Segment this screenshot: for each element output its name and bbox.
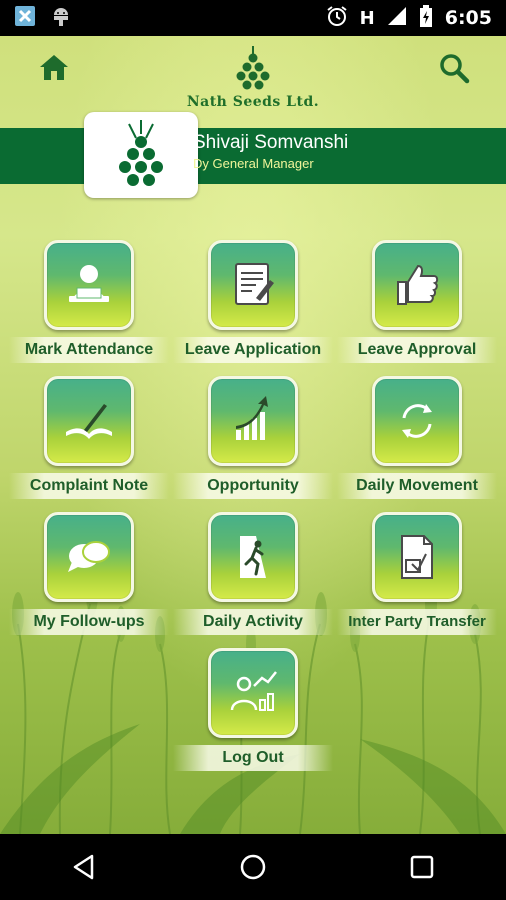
clock-time: 6:05 — [444, 7, 492, 29]
menu-leave-approval[interactable]: Leave Approval — [337, 240, 497, 376]
menu-label: Daily Activity — [173, 609, 333, 635]
menu-label: Complaint Note — [9, 473, 169, 499]
my-follow-ups-button[interactable] — [44, 512, 134, 602]
menu-log-out[interactable]: Log Out — [173, 648, 333, 784]
log-out-button[interactable] — [208, 648, 298, 738]
complaint-note-button[interactable] — [44, 376, 134, 466]
menu-label: Opportunity — [173, 473, 333, 499]
menu-inter-party-transfer[interactable]: Inter Party Transfer — [337, 512, 497, 648]
opportunity-button[interactable] — [208, 376, 298, 466]
analyst-chart-icon — [230, 671, 277, 711]
menu-label: Log Out — [173, 745, 333, 771]
home-circle-icon[interactable] — [233, 847, 273, 887]
user-at-laptop-icon — [69, 265, 109, 302]
seed-cluster-logo-icon — [119, 120, 163, 186]
menu-daily-movement[interactable]: Daily Movement — [337, 376, 497, 512]
leave-approval-button[interactable] — [372, 240, 462, 330]
top-bar: Nath Seeds Ltd. — [0, 36, 506, 126]
chat-bubbles-icon — [68, 541, 110, 572]
growth-arrow-icon — [236, 396, 268, 440]
transfer-document-icon — [401, 535, 433, 579]
refresh-arrows-icon — [402, 404, 432, 438]
climber-icon — [240, 536, 266, 578]
daily-movement-button[interactable] — [372, 376, 462, 466]
menu-leave-application[interactable]: Leave Application — [173, 240, 333, 376]
inter-party-transfer-button[interactable] — [372, 512, 462, 602]
menu-opportunity[interactable]: Opportunity — [173, 376, 333, 512]
menu-my-follow-ups[interactable]: My Follow-ups — [9, 512, 169, 648]
android-debug-icon — [50, 5, 72, 32]
menu-label: Daily Movement — [337, 473, 497, 499]
home-icon[interactable] — [38, 52, 70, 82]
daily-activity-button[interactable] — [208, 512, 298, 602]
document-pen-icon — [235, 263, 274, 305]
menu-mark-attendance[interactable]: Mark Attendance — [9, 240, 169, 376]
leave-application-button[interactable] — [208, 240, 298, 330]
menu-label: Inter Party Transfer — [337, 609, 497, 635]
signal-icon — [387, 6, 407, 31]
brand-name: Nath Seeds Ltd. — [186, 94, 320, 110]
seed-cluster-logo-icon — [228, 46, 278, 92]
menu-label: Mark Attendance — [9, 337, 169, 363]
alarm-icon — [326, 5, 348, 32]
thumbs-up-icon — [397, 264, 439, 305]
back-icon[interactable] — [64, 847, 104, 887]
mark-attendance-button[interactable] — [44, 240, 134, 330]
user-name: Shivaji Somvanshi — [193, 132, 349, 153]
battery-charging-icon — [419, 4, 433, 32]
menu-label: Leave Application — [173, 337, 333, 363]
book-pen-icon — [66, 404, 112, 439]
user-role: Dy General Manager — [193, 156, 314, 171]
system-nav-bar — [0, 834, 506, 900]
menu-label: Leave Approval — [337, 337, 497, 363]
app-screen: Nath Seeds Ltd. Shivaji Somvanshi Dy Gen… — [0, 36, 506, 834]
menu-label: My Follow-ups — [9, 609, 169, 635]
status-bar: H 6:05 — [0, 0, 506, 36]
recents-icon[interactable] — [402, 847, 442, 887]
search-icon[interactable] — [438, 52, 470, 84]
menu-daily-activity[interactable]: Daily Activity — [173, 512, 333, 648]
network-type-indicator: H — [359, 7, 375, 29]
notification-x-icon — [14, 5, 36, 32]
menu-complaint-note[interactable]: Complaint Note — [9, 376, 169, 512]
avatar — [84, 112, 198, 198]
